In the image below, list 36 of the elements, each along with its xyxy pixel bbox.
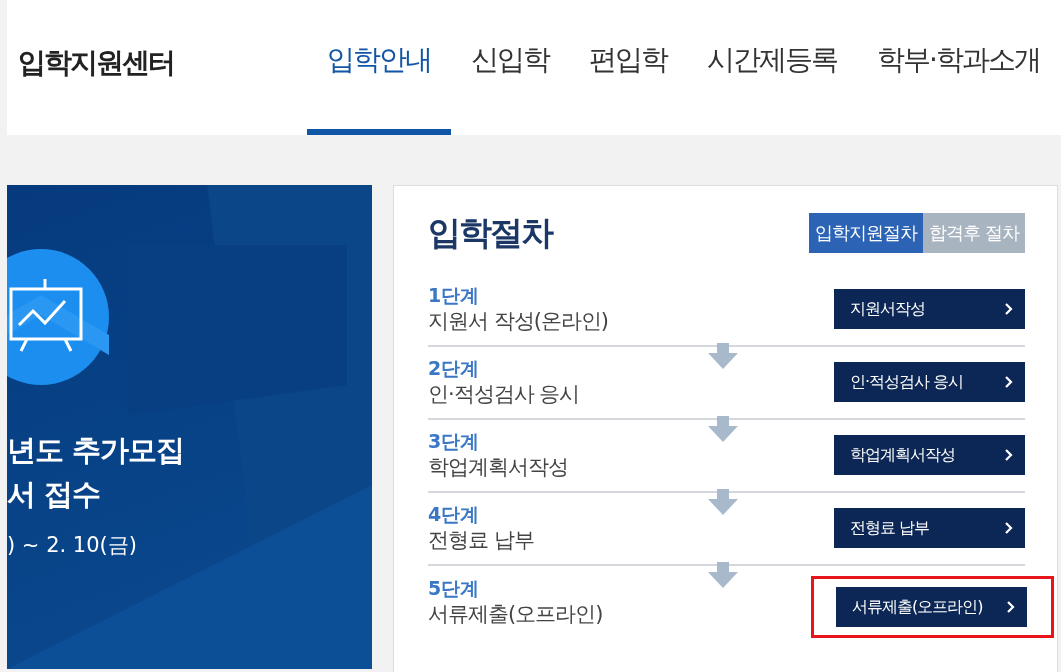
step-button[interactable]: 지원서작성: [834, 289, 1025, 329]
down-arrow-icon: [708, 561, 738, 588]
down-arrow-icon: [708, 488, 738, 515]
chevron-right-icon: [1004, 375, 1013, 389]
banner-title: 년도 추가모집: [7, 432, 186, 469]
step-label: 1단계: [428, 283, 481, 307]
step-description: 인·적성검사 응시: [428, 381, 581, 408]
procedure-tab[interactable]: 입학지원절차: [809, 212, 924, 253]
step-description: 전형료 납부: [428, 527, 535, 554]
nav-tab[interactable]: 편입학: [569, 0, 687, 135]
chevron-right-icon: [1006, 600, 1015, 614]
step-button[interactable]: 서류제출(오프라인): [836, 587, 1027, 627]
section-title: 입학절차: [428, 212, 552, 254]
chevron-right-icon: [1004, 302, 1013, 316]
step-button[interactable]: 인·적성검사 응시: [834, 362, 1025, 402]
step-button[interactable]: 학업계획서작성: [834, 435, 1025, 475]
chevron-right-icon: [1004, 448, 1013, 462]
step-button[interactable]: 전형료 납부: [834, 508, 1025, 548]
down-arrow-icon: [708, 415, 738, 442]
chevron-right-icon: [1004, 521, 1013, 535]
nav-tab[interactable]: 시간제등록: [687, 0, 857, 135]
step-label: 5단계: [428, 576, 481, 600]
site-logo[interactable]: 입학지원센터: [7, 41, 307, 84]
step-description: 학업계획서작성: [428, 454, 569, 481]
banner-title: 서 접수: [7, 476, 102, 513]
step-label: 3단계: [428, 429, 481, 453]
banner[interactable]: 년도 추가모집 서 접수 ) ~ 2. 10(금): [7, 185, 372, 669]
step-label: 2단계: [428, 356, 481, 380]
nav-tab[interactable]: 신입학: [451, 0, 569, 135]
banner-period: ) ~ 2. 10(금): [7, 532, 138, 559]
nav-tab[interactable]: 입학안내: [307, 0, 451, 135]
step-description: 서류제출(오프라인): [428, 601, 604, 628]
nav-tab[interactable]: 학부·학과소개: [857, 0, 1060, 135]
down-arrow-icon: [708, 342, 738, 369]
step-description: 지원서 작성(온라인): [428, 308, 610, 335]
step-label: 4단계: [428, 502, 481, 526]
